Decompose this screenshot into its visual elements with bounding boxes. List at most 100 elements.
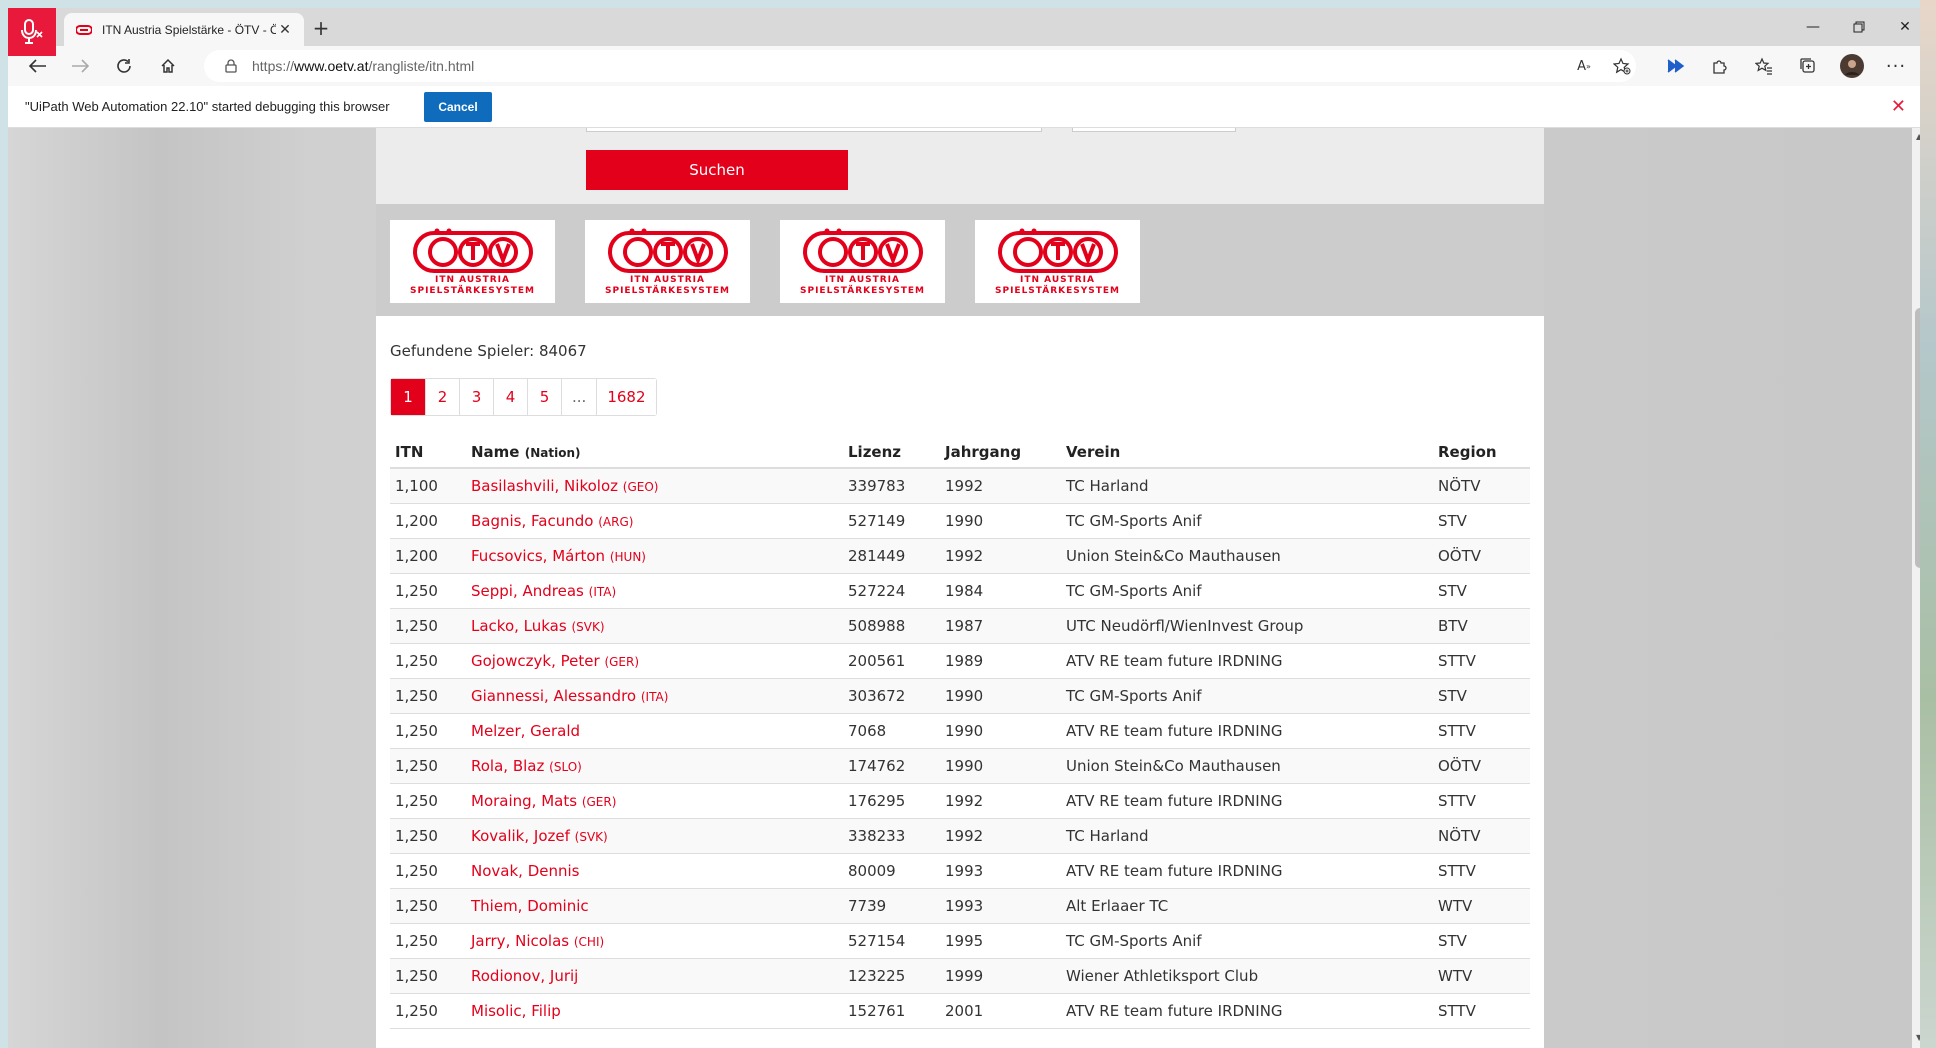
player-name-link[interactable]: Giannessi, Alessandro (471, 687, 636, 705)
player-name-link[interactable]: Rodionov, Jurij (471, 967, 578, 985)
page-viewport: Suchen ITN AUSTRIA SPIELSTÄRKESYSTEM ITN… (8, 128, 1912, 1048)
col-header-verein[interactable]: Verein (1061, 434, 1433, 469)
search-name-input[interactable] (586, 128, 1042, 132)
cell-verein: TC GM-Sports Anif (1061, 573, 1433, 609)
logo-line-1: ITN AUSTRIA (629, 274, 705, 285)
cell-name[interactable]: Giannessi, Alessandro (ITA) (466, 678, 843, 714)
cell-name[interactable]: Fucsovics, Márton (HUN) (466, 538, 843, 574)
pagination-page-1[interactable]: 1 (391, 379, 425, 415)
col-header-name-label: Name (471, 443, 520, 461)
address-bar[interactable]: https://www.oetv.at/rangliste/itn.html (204, 50, 1636, 82)
col-header-name[interactable]: Name (Nation) (466, 434, 843, 469)
cancel-debugging-button[interactable]: Cancel (424, 92, 492, 122)
close-icon[interactable]: ✕ (276, 22, 294, 38)
player-name-link[interactable]: Novak, Dennis (471, 862, 579, 880)
cell-name[interactable]: Seppi, Andreas (ITA) (466, 573, 843, 609)
cell-name[interactable]: Misolic, Filip (466, 993, 843, 1029)
cell-name[interactable]: Basilashvili, Nikoloz (GEO) (466, 468, 843, 504)
col-header-lizenz[interactable]: Lizenz (843, 434, 940, 469)
cell-verein: TC GM-Sports Anif (1061, 678, 1433, 714)
cell-verein: ATV RE team future IRDNING (1061, 993, 1433, 1029)
pagination-page-5[interactable]: 5 (527, 379, 561, 415)
player-name-link[interactable]: Melzer, Gerald (471, 722, 580, 740)
minimize-icon[interactable]: — (1790, 8, 1836, 46)
cell-name[interactable]: Melzer, Gerald (466, 713, 843, 749)
favorites-icon[interactable] (1748, 50, 1780, 82)
cell-lizenz: 527224 (843, 573, 940, 609)
cell-itn: 1,200 (390, 538, 466, 574)
cell-verein: ATV RE team future IRDNING (1061, 853, 1433, 889)
col-header-region[interactable]: Region (1433, 434, 1530, 469)
player-nation: (SVK) (571, 619, 605, 634)
player-nation: (GER) (604, 654, 640, 669)
col-header-jahrgang[interactable]: Jahrgang (940, 434, 1061, 469)
cell-lizenz: 123225 (843, 958, 940, 994)
player-name-link[interactable]: Kovalik, Jozef (471, 827, 570, 845)
debug-message: "UiPath Web Automation 22.10" started de… (25, 99, 390, 114)
microphone-muted-icon[interactable] (8, 8, 56, 56)
player-name-link[interactable]: Fucsovics, Márton (471, 547, 605, 565)
cell-name[interactable]: Rodionov, Jurij (466, 958, 843, 994)
cell-region: STTV (1433, 713, 1530, 749)
restore-icon[interactable] (1836, 8, 1882, 46)
cell-name[interactable]: Gojowczyk, Peter (GER) (466, 643, 843, 679)
more-icon[interactable]: ··· (1880, 50, 1912, 82)
profile-avatar[interactable] (1836, 50, 1868, 82)
cell-name[interactable]: Thiem, Dominic (466, 888, 843, 924)
cell-jahrgang: 1993 (940, 853, 1061, 889)
cell-verein: UTC Neudörfl/WienInvest Group (1061, 608, 1433, 644)
oetv-logo: ITN AUSTRIA SPIELSTÄRKESYSTEM (390, 220, 555, 303)
cell-itn: 1,250 (390, 923, 466, 959)
cell-name[interactable]: Kovalik, Jozef (SVK) (466, 818, 843, 854)
oetv-logo-mark (997, 228, 1118, 273)
cell-name[interactable]: Lacko, Lukas (SVK) (466, 608, 843, 644)
cell-itn: 1,200 (390, 503, 466, 539)
pagination-page-4[interactable]: 4 (493, 379, 527, 415)
infobar-close-icon[interactable]: ✕ (1891, 96, 1906, 117)
cell-name[interactable]: Rola, Blaz (SLO) (466, 748, 843, 784)
debug-infobar: "UiPath Web Automation 22.10" started de… (8, 86, 1928, 128)
cell-region: WTV (1433, 888, 1530, 924)
cell-name[interactable]: Jarry, Nicolas (CHI) (466, 923, 843, 959)
puzzle-icon[interactable] (1704, 50, 1736, 82)
forward-icon[interactable] (64, 50, 96, 82)
search-button[interactable]: Suchen (586, 150, 848, 190)
browser-tab-active[interactable]: ITN Austria Spielstärke - ÖTV - Ö ✕ (64, 13, 304, 46)
refresh-icon[interactable] (108, 50, 140, 82)
pagination-page-3[interactable]: 3 (459, 379, 493, 415)
oetv-logo-mark (607, 228, 728, 273)
player-name-link[interactable]: Gojowczyk, Peter (471, 652, 600, 670)
results-table: ITN Name (Nation) Lizenz Jahrgang Verein… (390, 434, 1530, 1029)
cell-region: STV (1433, 923, 1530, 959)
home-icon[interactable] (152, 50, 184, 82)
extension-icon[interactable] (1660, 50, 1692, 82)
cell-name[interactable]: Bagnis, Facundo (ARG) (466, 503, 843, 539)
player-name-link[interactable]: Moraing, Mats (471, 792, 577, 810)
player-name-link[interactable]: Seppi, Andreas (471, 582, 584, 600)
cell-region: OÖTV (1433, 538, 1530, 574)
cell-name[interactable]: Moraing, Mats (GER) (466, 783, 843, 819)
player-name-link[interactable]: Jarry, Nicolas (471, 932, 569, 950)
player-name-link[interactable]: Bagnis, Facundo (471, 512, 593, 530)
player-name-link[interactable]: Misolic, Filip (471, 1002, 561, 1020)
search-filter-select[interactable] (1072, 128, 1236, 132)
table-row: 1,250 Giannessi, Alessandro (ITA) 303672 19… (390, 678, 1530, 714)
cell-jahrgang: 1987 (940, 608, 1061, 644)
search-area: Suchen (376, 128, 1544, 204)
player-name-link[interactable]: Basilashvili, Nikoloz (471, 477, 618, 495)
pagination-page-1682[interactable]: 1682 (596, 379, 656, 415)
favorite-add-icon[interactable] (1606, 50, 1638, 82)
lock-icon[interactable] (224, 59, 238, 73)
player-name-link[interactable]: Rola, Blaz (471, 757, 544, 775)
cell-verein: TC GM-Sports Anif (1061, 923, 1433, 959)
cell-verein: Union Stein&Co Mauthausen (1061, 538, 1433, 574)
player-name-link[interactable]: Lacko, Lukas (471, 617, 567, 635)
read-aloud-icon[interactable]: A» (1568, 50, 1600, 82)
cell-name[interactable]: Novak, Dennis (466, 853, 843, 889)
plus-icon[interactable]: + (308, 16, 334, 42)
col-header-itn[interactable]: ITN (390, 434, 466, 469)
collections-icon[interactable] (1792, 50, 1824, 82)
pagination-page-2[interactable]: 2 (425, 379, 459, 415)
table-row: 1,250 Kovalik, Jozef (SVK) 338233 1992 TC Ha… (390, 818, 1530, 854)
player-name-link[interactable]: Thiem, Dominic (471, 897, 589, 915)
